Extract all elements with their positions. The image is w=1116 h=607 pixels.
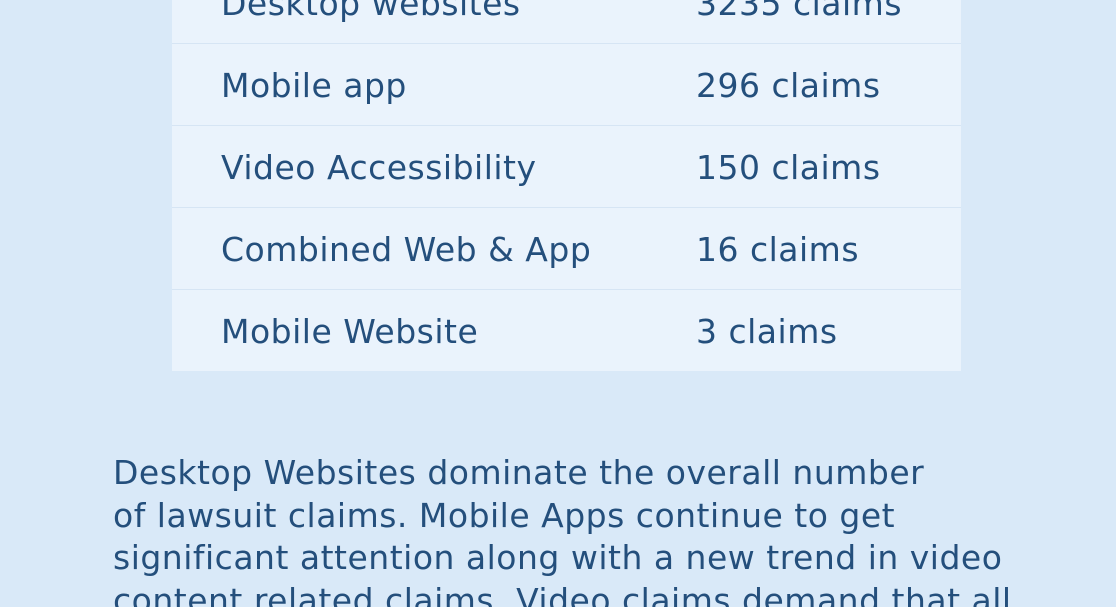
row-label: Mobile app <box>221 66 407 105</box>
claims-table: Desktop websites 3235 claims Mobile app … <box>172 0 961 371</box>
table-row: Mobile app 296 claims <box>172 44 961 126</box>
row-value: 150 claims <box>696 148 881 187</box>
paragraph-line: Desktop Websites dominate the overall nu… <box>113 453 925 492</box>
row-value: 16 claims <box>696 230 860 269</box>
body-paragraph: Desktop Websites dominate the overall nu… <box>113 452 1043 607</box>
table-row: Combined Web & App 16 claims <box>172 208 961 290</box>
row-value: 3 claims <box>696 312 838 351</box>
row-value: 296 claims <box>696 66 881 105</box>
table-row: Mobile Website 3 claims <box>172 290 961 371</box>
paragraph-line: content related claims. Video claims dem… <box>113 580 1012 607</box>
row-label: Desktop websites <box>221 0 521 23</box>
paragraph-line: of lawsuit claims. Mobile Apps continue … <box>113 495 896 535</box>
page: Desktop websites 3235 claims Mobile app … <box>0 0 1116 607</box>
row-value: 3235 claims <box>696 0 903 23</box>
paragraph-line: significant attention along with a new t… <box>113 538 1003 577</box>
table-row: Video Accessibility 150 claims <box>172 126 961 208</box>
row-label: Mobile Website <box>221 312 479 351</box>
row-label: Video Accessibility <box>221 148 537 187</box>
table-row: Desktop websites 3235 claims <box>172 0 961 44</box>
row-label: Combined Web & App <box>221 230 592 269</box>
